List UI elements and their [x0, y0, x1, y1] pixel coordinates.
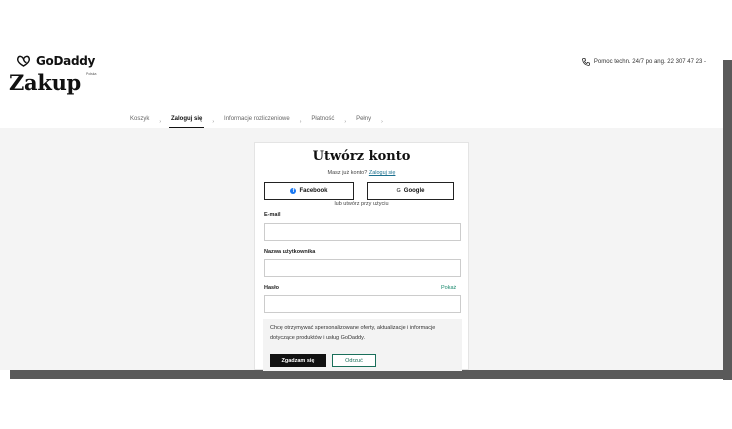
- google-button[interactable]: G Google: [367, 182, 454, 200]
- email-field[interactable]: [264, 223, 461, 241]
- or-divider-text: lub utwórz przy użyciu: [334, 201, 389, 207]
- step-separator: ›: [159, 119, 162, 125]
- support-phone[interactable]: Pomoc techn. 24/7 po ang. 22 307 47 23 -: [582, 58, 706, 66]
- godaddy-logo-icon: [17, 55, 30, 67]
- username-label: Nazwa użytkownika: [264, 249, 316, 255]
- email-label: E-mail: [264, 212, 281, 218]
- support-text: Pomoc techn. 24/7 po ang. 22 307 47 23 -: [593, 59, 706, 65]
- godaddy-logo[interactable]: GoDaddy: [16, 54, 95, 68]
- step-separator: ›: [381, 119, 383, 125]
- agree-button[interactable]: Zgadzam się: [270, 354, 326, 367]
- facebook-label: Facebook: [299, 188, 328, 194]
- step-login[interactable]: Zaloguj się: [168, 116, 205, 128]
- password-label: Hasło: [264, 285, 279, 291]
- logo-text: GoDaddy: [36, 54, 96, 68]
- login-link[interactable]: Zaloguj się: [369, 170, 396, 176]
- google-icon: G: [396, 188, 401, 194]
- have-account-line: Masz już konto? Zaloguj się: [255, 170, 468, 176]
- have-account-text: Masz już konto?: [327, 170, 368, 176]
- checkout-steps: Koszyk › Zaloguj się › Informacje rozlic…: [130, 114, 393, 128]
- facebook-icon: f: [290, 188, 297, 194]
- facebook-button[interactable]: f Facebook: [264, 182, 354, 200]
- window-frame-bottom: [10, 370, 732, 379]
- step-payment[interactable]: Płatność: [311, 116, 334, 126]
- step-cart[interactable]: Koszyk: [130, 116, 149, 126]
- step-billing[interactable]: Informacje rozliczeniowe: [224, 116, 290, 126]
- username-field[interactable]: [264, 259, 461, 277]
- step-complete[interactable]: Pełny: [356, 116, 371, 126]
- logo-tagline: Polska: [86, 72, 97, 76]
- page-title: Zakup: [9, 70, 81, 95]
- password-field[interactable]: [264, 295, 461, 313]
- window-frame-right: [723, 60, 732, 380]
- step-separator: ›: [212, 119, 215, 125]
- show-password-link[interactable]: Pokaż: [441, 285, 456, 291]
- consent-panel: Chcę otrzymywać spersonalizowane oferty,…: [263, 319, 462, 371]
- form-title: Utwórz konto: [312, 149, 411, 164]
- step-separator: ›: [299, 119, 302, 125]
- step-separator: ›: [344, 119, 347, 125]
- create-account-card: Utwórz konto Masz już konto? Zaloguj się…: [254, 142, 469, 371]
- google-label: Google: [403, 188, 425, 194]
- consent-text: Chcę otrzymywać spersonalizowane oferty,…: [270, 325, 436, 341]
- phone-icon: [582, 58, 590, 66]
- reject-button[interactable]: Odrzuć: [332, 354, 376, 367]
